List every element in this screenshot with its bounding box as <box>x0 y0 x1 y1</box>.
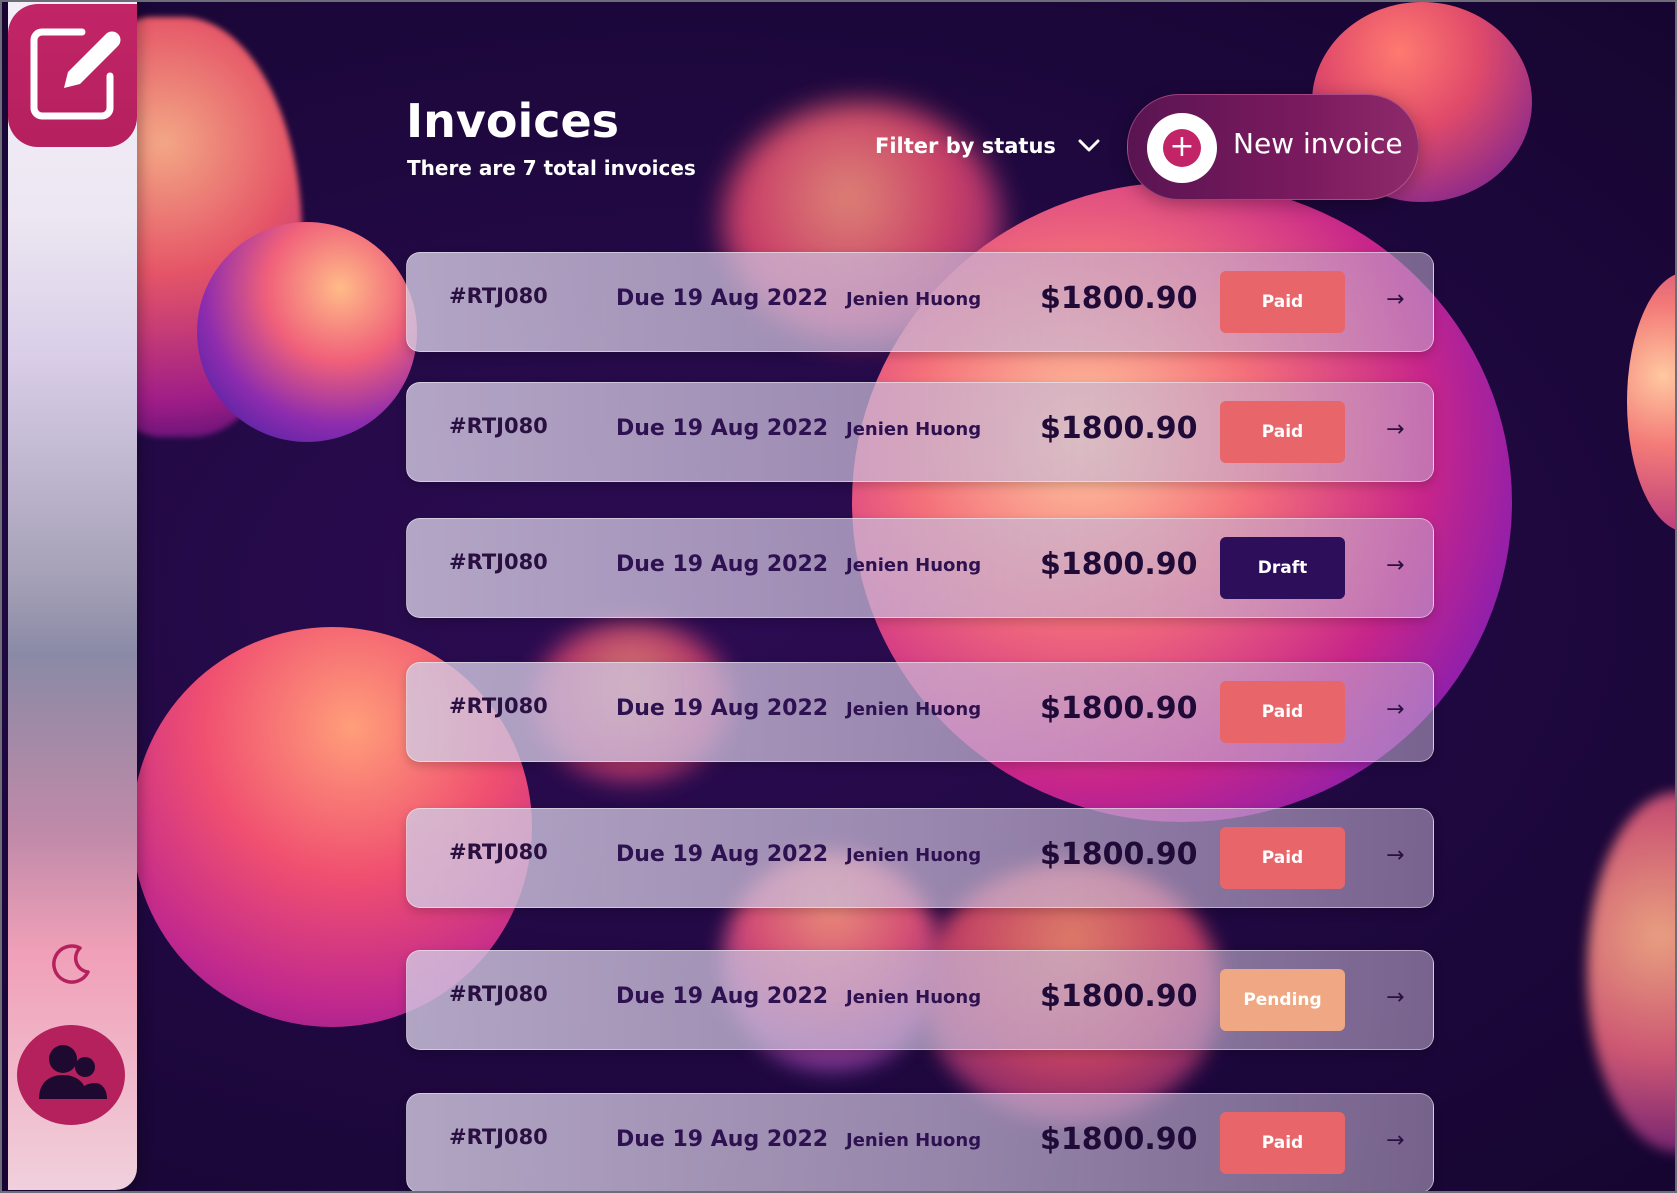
invoice-row[interactable]: #RTJ080 Due 19 Aug 2022 Jenien Huong $1800.… <box>406 382 1434 482</box>
invoice-client-name: Jenien Huong <box>846 555 982 576</box>
invoice-due-date: Due 19 Aug 2022 <box>616 842 829 867</box>
decor-orb <box>1627 272 1675 532</box>
invoice-amount: $1800.90 <box>1040 281 1198 316</box>
arrow-right-icon[interactable]: → <box>1386 553 1404 578</box>
filter-label: Filter by status <box>875 134 1056 158</box>
invoice-id: #RTJ080 <box>449 982 548 1006</box>
arrow-right-icon[interactable]: → <box>1386 417 1404 442</box>
invoice-row[interactable]: #RTJ080 Due 19 Aug 2022 Jenien Huong $1800.… <box>406 808 1434 908</box>
invoice-due-date: Due 19 Aug 2022 <box>616 286 829 311</box>
invoice-due-date: Due 19 Aug 2022 <box>616 1127 829 1152</box>
edit-icon <box>30 28 121 120</box>
invoice-id: #RTJ080 <box>449 694 548 718</box>
users-icon <box>39 1045 107 1099</box>
avatar[interactable] <box>17 1025 125 1125</box>
status-badge: Paid <box>1220 271 1345 333</box>
decor-orb <box>197 222 417 442</box>
invoice-client-name: Jenien Huong <box>846 289 982 310</box>
invoice-row[interactable]: #RTJ080 Due 19 Aug 2022 Jenien Huong $1800.… <box>406 950 1434 1050</box>
plus-icon: + <box>1147 113 1217 183</box>
invoice-amount: $1800.90 <box>1040 1122 1198 1157</box>
status-badge: Draft <box>1220 537 1345 599</box>
app-logo[interactable] <box>8 4 137 147</box>
invoice-row[interactable]: #RTJ080 Due 19 Aug 2022 Jenien Huong $1800.… <box>406 662 1434 762</box>
invoice-due-date: Due 19 Aug 2022 <box>616 416 829 441</box>
decor-orb <box>1587 792 1675 1152</box>
invoice-due-date: Due 19 Aug 2022 <box>616 696 829 721</box>
page-title: Invoices <box>406 94 620 148</box>
invoice-amount: $1800.90 <box>1040 837 1198 872</box>
new-invoice-button[interactable]: + New invoice <box>1127 94 1419 200</box>
arrow-right-icon[interactable]: → <box>1386 843 1404 868</box>
status-badge: Paid <box>1220 827 1345 889</box>
status-badge: Paid <box>1220 681 1345 743</box>
invoice-count: There are 7 total invoices <box>407 156 696 180</box>
invoice-due-date: Due 19 Aug 2022 <box>616 984 829 1009</box>
arrow-right-icon[interactable]: → <box>1386 697 1404 722</box>
invoice-id: #RTJ080 <box>449 414 548 438</box>
invoice-client-name: Jenien Huong <box>846 419 982 440</box>
new-invoice-label: New invoice <box>1233 127 1403 160</box>
invoice-row[interactable]: #RTJ080 Due 19 Aug 2022 Jenien Huong $1800.… <box>406 518 1434 618</box>
invoice-row[interactable]: #RTJ080 Due 19 Aug 2022 Jenien Huong $1800.… <box>406 252 1434 352</box>
invoice-id: #RTJ080 <box>449 284 548 308</box>
invoice-client-name: Jenien Huong <box>846 987 982 1008</box>
invoice-amount: $1800.90 <box>1040 979 1198 1014</box>
status-badge: Pending <box>1220 969 1345 1031</box>
invoice-amount: $1800.90 <box>1040 411 1198 446</box>
status-badge: Paid <box>1220 1112 1345 1174</box>
arrow-right-icon[interactable]: → <box>1386 1128 1404 1153</box>
moon-icon <box>52 944 90 984</box>
invoice-id: #RTJ080 <box>449 840 548 864</box>
app-background: Invoices There are 7 total invoices Filt… <box>0 0 1677 1193</box>
invoice-client-name: Jenien Huong <box>846 845 982 866</box>
invoice-amount: $1800.90 <box>1040 547 1198 582</box>
invoice-id: #RTJ080 <box>449 550 548 574</box>
invoice-id: #RTJ080 <box>449 1125 548 1149</box>
arrow-right-icon[interactable]: → <box>1386 287 1404 312</box>
sidebar <box>8 2 137 1190</box>
arrow-right-icon[interactable]: → <box>1386 985 1404 1010</box>
invoice-row[interactable]: #RTJ080 Due 19 Aug 2022 Jenien Huong $1800.… <box>406 1093 1434 1191</box>
invoice-amount: $1800.90 <box>1040 691 1198 726</box>
invoice-client-name: Jenien Huong <box>846 1130 982 1151</box>
status-badge: Paid <box>1220 401 1345 463</box>
invoice-client-name: Jenien Huong <box>846 699 982 720</box>
invoice-due-date: Due 19 Aug 2022 <box>616 552 829 577</box>
theme-toggle-button[interactable] <box>50 942 94 990</box>
chevron-down-icon <box>1078 139 1100 152</box>
filter-dropdown[interactable]: Filter by status <box>875 134 1100 158</box>
